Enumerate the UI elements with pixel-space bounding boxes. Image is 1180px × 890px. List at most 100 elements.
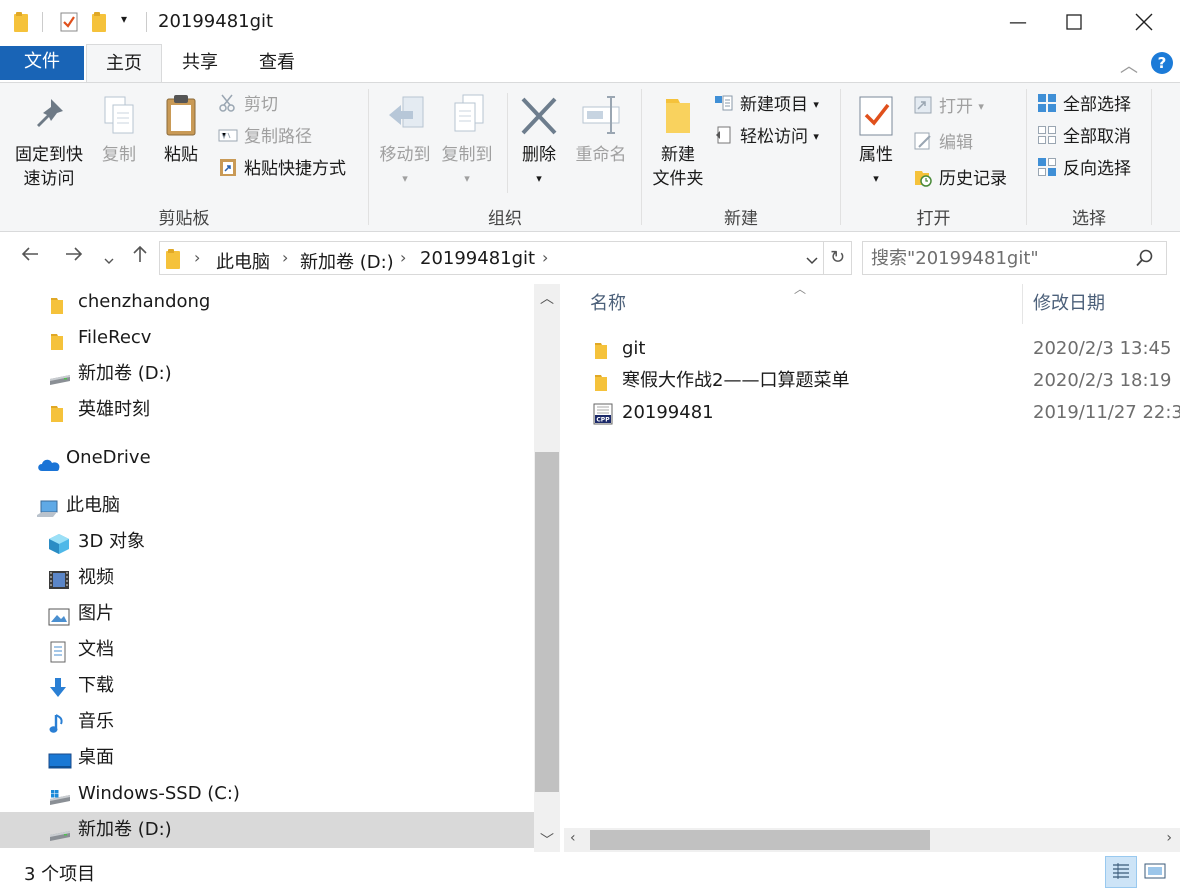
refresh-button[interactable]: ↻ [824,241,852,275]
breadcrumb-current-folder[interactable]: 20199481git [420,248,535,269]
rename-button[interactable]: 重命名 [569,93,633,167]
chevron-right-icon[interactable]: › [542,248,548,267]
new-folder-label-1: 新建 [661,145,695,165]
chevron-right-icon[interactable]: › [400,248,406,267]
breadcrumb-this-pc[interactable]: 此电脑 [216,248,270,274]
tab-file[interactable]: 文件 [0,46,84,80]
search-input[interactable] [871,246,1131,270]
new-folder-button[interactable]: 新建 文件夹 [646,93,710,191]
select-group: 全部选择 全部取消 反向选择 选择 [1027,83,1151,231]
search-box[interactable] [862,241,1167,275]
nav-item-label: 此电脑 [66,495,120,516]
nav-item[interactable]: 此电脑 [0,488,534,524]
nav-item-label: 文档 [78,639,114,660]
chevron-right-icon[interactable]: › [194,248,200,267]
drive-icon [48,820,70,841]
nav-item[interactable]: 下载 [0,668,534,704]
maximize-button[interactable] [1046,0,1102,44]
move-to-button[interactable]: 移动到 ▾ [373,93,437,191]
nav-item[interactable]: chenzhandong [0,284,534,320]
address-bar[interactable]: › 此电脑 › 新加卷 (D:) › 20199481git › [159,241,824,275]
select-none-button[interactable]: 全部取消 [1037,123,1131,151]
scroll-down-arrow[interactable]: ﹀ [534,830,560,850]
details-view-button[interactable] [1105,856,1137,888]
tab-home[interactable]: 主页 [86,44,162,84]
chevron-down-icon [104,258,114,264]
minimize-button[interactable]: — [990,0,1046,44]
pin-quick-access-button[interactable]: 固定到快 速访问 [10,93,88,191]
title-bar: ▾ 20199481git — [0,0,1180,44]
invert-selection-button[interactable]: 反向选择 [1037,155,1131,183]
nav-item[interactable]: 音乐 [0,704,534,740]
nav-item[interactable]: 视频 [0,560,534,596]
back-button[interactable] [20,244,40,269]
nav-item[interactable]: 文档 [0,632,534,668]
breadcrumb-drive-d[interactable]: 新加卷 (D:) [300,248,394,274]
folder-icon [48,400,68,422]
column-header-date-modified[interactable]: 修改日期 [1033,284,1105,324]
column-header-name[interactable]: 名称 [590,284,626,324]
nav-item[interactable]: 桌面 [0,740,534,776]
history-button[interactable]: 历史记录 [913,165,1007,193]
horizontal-scrollbar[interactable]: ‹ › [564,828,1180,852]
copy-button[interactable]: 复制 [92,93,146,167]
nav-item[interactable]: 英雄时刻 [0,392,534,428]
scroll-right-arrow[interactable]: › [1166,830,1172,846]
nav-scrollbar[interactable]: ︿ ﹀ [534,284,560,852]
edit-button[interactable]: 编辑 [913,129,973,157]
scroll-up-arrow[interactable]: ︿ [534,288,560,308]
documents-icon [48,640,68,663]
chevron-down-icon [806,257,818,265]
delete-button[interactable]: 删除 ▾ [515,93,563,191]
cut-button[interactable]: 剪切 [218,91,278,119]
paste-button[interactable]: 粘贴 [154,93,208,167]
select-all-button[interactable]: 全部选择 [1037,91,1131,119]
nav-scrollbar-thumb[interactable] [535,452,559,792]
nav-item[interactable]: 新加卷 (D:) [0,812,534,848]
new-item-button[interactable]: 新建项目 ▾ [714,91,819,119]
nav-item[interactable]: 3D 对象 [0,524,534,560]
copy-path-button[interactable]: 复制路径 [218,123,312,151]
nav-item[interactable]: OneDrive [0,440,534,476]
invert-selection-label: 反向选择 [1063,159,1131,179]
file-row[interactable]: 寒假大作战2——口算题菜单 2020/2/3 18:19 [564,365,1180,397]
search-icon[interactable] [1136,249,1154,267]
nav-item[interactable]: FileRecv [0,320,534,356]
column-divider[interactable] [1022,284,1023,324]
video-icon [48,568,69,589]
open-button[interactable]: 打开 ▾ [913,93,984,121]
nav-item-label: 视频 [78,567,114,588]
nav-item-label: chenzhandong [78,291,211,312]
paste-shortcut-button[interactable]: 粘贴快捷方式 [218,155,346,183]
up-button[interactable] [130,244,150,269]
recent-locations-button[interactable] [103,248,115,272]
move-to-icon [385,93,425,139]
file-date-modified: 2020/2/3 13:45 [1033,338,1172,359]
file-row[interactable]: git 2020/2/3 13:45 [564,333,1180,365]
properties-quick-icon[interactable] [60,12,78,32]
chevron-down-icon: ▾ [464,172,470,185]
properties-button[interactable]: 属性 ▾ [847,93,905,191]
chevron-right-icon[interactable]: › [282,248,288,267]
tab-view[interactable]: 查看 [238,44,316,82]
file-row[interactable]: CPP 20199481 2019/11/27 22:3 [564,397,1180,429]
scroll-left-arrow[interactable]: ‹ [570,830,576,846]
customize-quick-access-icon[interactable]: ▾ [121,12,127,26]
nav-item-label: 3D 对象 [78,531,146,552]
copy-to-button[interactable]: 复制到 ▾ [435,93,499,191]
close-button[interactable] [1116,0,1172,44]
nav-item[interactable]: 新加卷 (D:) [0,356,534,392]
forward-button[interactable] [64,244,84,269]
collapse-ribbon-icon[interactable]: ︿ [1120,52,1138,78]
svg-text:CPP: CPP [596,417,610,424]
nav-item[interactable]: 图片 [0,596,534,632]
new-folder-quick-icon[interactable] [92,12,108,32]
large-icons-view-button[interactable] [1140,856,1172,888]
nav-item-label: 图片 [78,603,114,624]
horizontal-scrollbar-thumb[interactable] [590,830,930,850]
easy-access-button[interactable]: 轻松访问 ▾ [714,123,819,151]
nav-item[interactable]: Windows-SSD (C:) [0,776,534,812]
tab-share[interactable]: 共享 [162,44,238,82]
address-dropdown-button[interactable] [805,252,819,272]
help-icon[interactable]: ? [1151,52,1173,74]
